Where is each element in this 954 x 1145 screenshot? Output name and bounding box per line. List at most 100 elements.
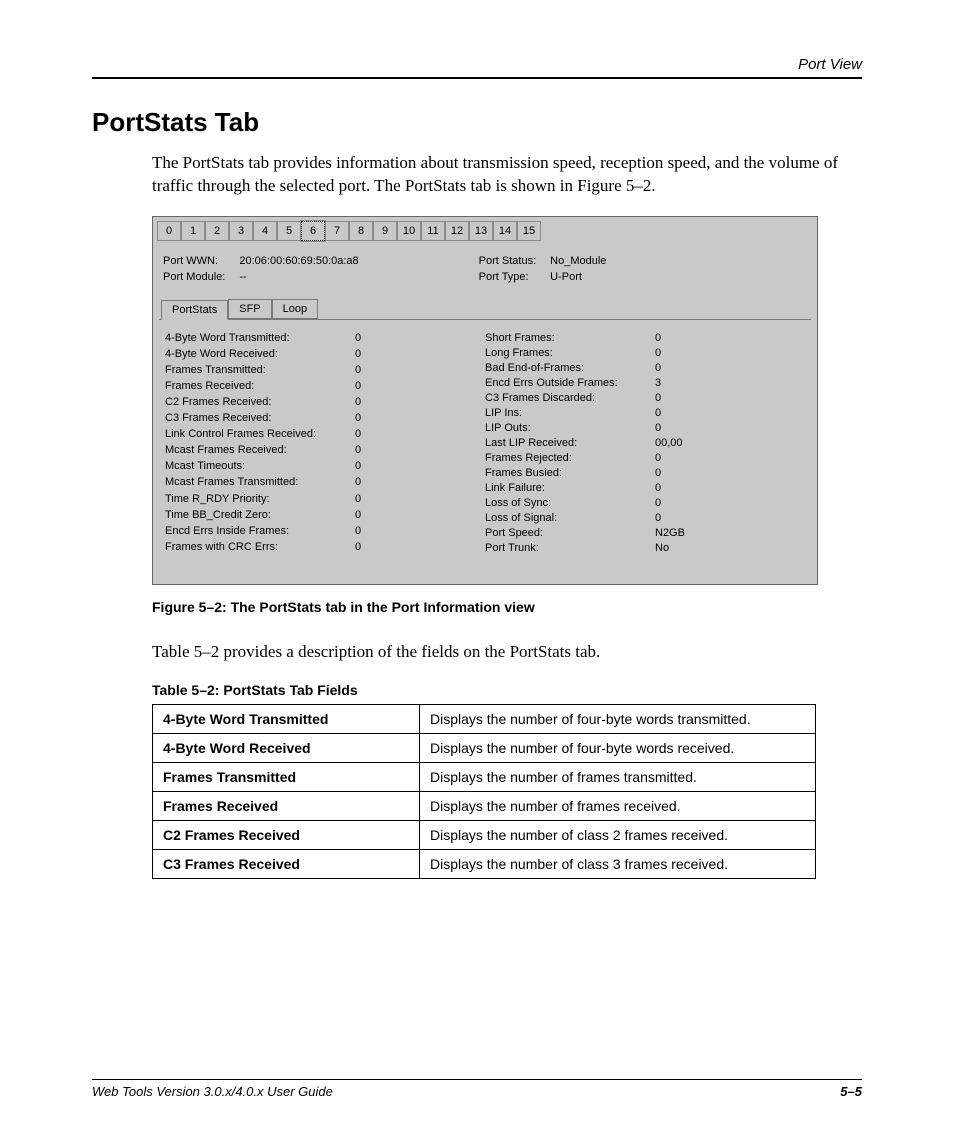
tab-portstats[interactable]: PortStats	[161, 300, 228, 320]
stat-label: Last LIP Received:	[485, 437, 655, 449]
port-type-label: Port Type:	[479, 271, 536, 283]
stat-label: Frames Received:	[165, 380, 355, 393]
stat-value: 0	[355, 364, 415, 377]
table-row: 4-Byte Word ReceivedDisplays the number …	[153, 733, 816, 762]
stats-left-column: 4-Byte Word Transmitted:04-Byte Word Rec…	[165, 332, 415, 554]
stat-label: 4-Byte Word Transmitted:	[165, 332, 355, 345]
header-rule	[92, 77, 862, 79]
port-tab-10[interactable]: 10	[397, 221, 421, 241]
table-row: 4-Byte Word TransmittedDisplays the numb…	[153, 704, 816, 733]
port-tab-8[interactable]: 8	[349, 221, 373, 241]
port-tab-3[interactable]: 3	[229, 221, 253, 241]
stat-value: 0	[655, 332, 715, 344]
stats-right-column: Short Frames:0Long Frames:0Bad End-of-Fr…	[485, 332, 715, 554]
field-name: 4-Byte Word Transmitted	[153, 704, 420, 733]
stat-value: 0	[355, 541, 415, 554]
port-tab-0[interactable]: 0	[157, 221, 181, 241]
stat-label: Mcast Frames Received:	[165, 444, 355, 457]
port-tab-2[interactable]: 2	[205, 221, 229, 241]
port-info-bar: Port WWN: 20:06:00:60:69:50:0a:a8 Port M…	[153, 241, 817, 289]
stat-value: 00,00	[655, 437, 715, 449]
table-caption: Table 5–2: PortStats Tab Fields	[152, 682, 862, 698]
stat-label: C3 Frames Received:	[165, 412, 355, 425]
stat-value: 3	[655, 377, 715, 389]
footer-title: Web Tools Version 3.0.x/4.0.x User Guide	[92, 1084, 333, 1099]
port-tab-7[interactable]: 7	[325, 221, 349, 241]
stat-value: 0	[655, 482, 715, 494]
field-desc: Displays the number of class 3 frames re…	[420, 849, 816, 878]
field-desc: Displays the number of four-byte words r…	[420, 733, 816, 762]
table-row: Frames ReceivedDisplays the number of fr…	[153, 791, 816, 820]
port-tab-15[interactable]: 15	[517, 221, 541, 241]
stat-value: 0	[355, 332, 415, 345]
figure-caption: Figure 5–2: The PortStats tab in the Por…	[152, 599, 862, 615]
stat-value: 0	[655, 392, 715, 404]
portstats-screenshot: 0123456789101112131415 Port WWN: 20:06:0…	[152, 216, 818, 585]
stat-label: Encd Errs Outside Frames:	[485, 377, 655, 389]
port-module-label: Port Module:	[163, 271, 225, 283]
stat-value: 0	[655, 347, 715, 359]
stat-value: 0	[355, 380, 415, 393]
stat-label: Loss of Signal:	[485, 512, 655, 524]
stat-value: 0	[355, 460, 415, 473]
page-number: 5–5	[840, 1084, 862, 1099]
port-tab-1[interactable]: 1	[181, 221, 205, 241]
field-name: 4-Byte Word Received	[153, 733, 420, 762]
field-name: C3 Frames Received	[153, 849, 420, 878]
stat-value: 0	[655, 407, 715, 419]
stat-label: Bad End-of-Frames:	[485, 362, 655, 374]
page-footer: Web Tools Version 3.0.x/4.0.x User Guide…	[92, 1079, 862, 1099]
table-row: C3 Frames ReceivedDisplays the number of…	[153, 849, 816, 878]
stat-label: Frames Busied:	[485, 467, 655, 479]
stat-value: 0	[355, 428, 415, 441]
port-wwn-value: 20:06:00:60:69:50:0a:a8	[239, 255, 358, 267]
stat-label: Time R_RDY Priority:	[165, 493, 355, 506]
port-tab-5[interactable]: 5	[277, 221, 301, 241]
stat-value: No	[655, 542, 715, 554]
fields-table: 4-Byte Word TransmittedDisplays the numb…	[152, 704, 816, 879]
stat-label: Short Frames:	[485, 332, 655, 344]
stat-label: Port Trunk:	[485, 542, 655, 554]
port-tab-13[interactable]: 13	[469, 221, 493, 241]
port-tab-6[interactable]: 6	[301, 221, 325, 241]
stat-label: Loss of Sync:	[485, 497, 655, 509]
port-module-value: --	[239, 271, 358, 283]
field-desc: Displays the number of frames received.	[420, 791, 816, 820]
stat-label: Frames Rejected:	[485, 452, 655, 464]
stat-value: 0	[655, 512, 715, 524]
stat-label: Frames Transmitted:	[165, 364, 355, 377]
stat-value: 0	[655, 452, 715, 464]
running-header: Port View	[92, 56, 862, 73]
stat-label: Mcast Frames Transmitted:	[165, 476, 355, 489]
stat-value: 0	[355, 412, 415, 425]
stat-label: Frames with CRC Errs:	[165, 541, 355, 554]
stat-value: 0	[355, 444, 415, 457]
stat-value: 0	[355, 493, 415, 506]
port-tab-14[interactable]: 14	[493, 221, 517, 241]
port-tab-11[interactable]: 11	[421, 221, 445, 241]
section-heading: PortStats Tab	[92, 107, 862, 138]
stat-label: LIP Ins:	[485, 407, 655, 419]
intro-paragraph: The PortStats tab provides information a…	[152, 152, 862, 198]
stat-value: 0	[355, 348, 415, 361]
field-desc: Displays the number of frames transmitte…	[420, 762, 816, 791]
table-intro-paragraph: Table 5–2 provides a description of the …	[152, 641, 862, 664]
stat-value: 0	[655, 497, 715, 509]
field-name: C2 Frames Received	[153, 820, 420, 849]
stat-value: 0	[655, 467, 715, 479]
stat-label: 4-Byte Word Received:	[165, 348, 355, 361]
table-row: C2 Frames ReceivedDisplays the number of…	[153, 820, 816, 849]
port-tab-9[interactable]: 9	[373, 221, 397, 241]
tab-loop[interactable]: Loop	[272, 299, 318, 319]
port-status-label: Port Status:	[479, 255, 536, 267]
port-wwn-label: Port WWN:	[163, 255, 225, 267]
port-status-value: No_Module	[550, 255, 606, 267]
tab-sfp[interactable]: SFP	[228, 299, 271, 319]
port-tab-12[interactable]: 12	[445, 221, 469, 241]
port-tab-4[interactable]: 4	[253, 221, 277, 241]
document-page: Port View PortStats Tab The PortStats ta…	[0, 0, 954, 1145]
stat-value: 0	[655, 422, 715, 434]
stat-value: N2GB	[655, 527, 715, 539]
stat-value: 0	[355, 525, 415, 538]
field-desc: Displays the number of four-byte words t…	[420, 704, 816, 733]
